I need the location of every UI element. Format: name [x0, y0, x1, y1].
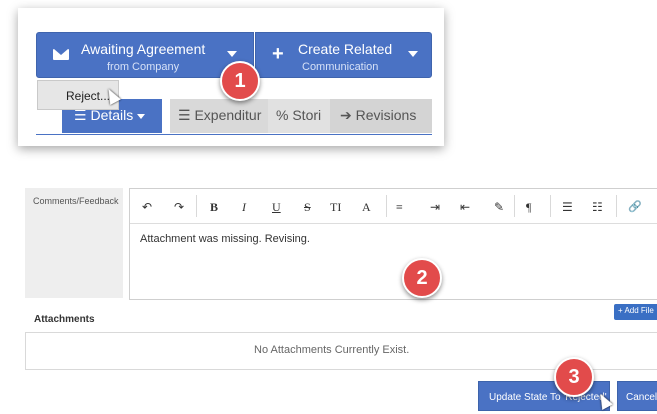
- arrow-right-icon: ➔: [340, 107, 352, 123]
- comments-text[interactable]: Attachment was missing. Revising.: [140, 233, 310, 245]
- awaiting-agreement-sublabel: from Company: [107, 61, 180, 73]
- outdent-icon[interactable]: ⇤: [460, 200, 470, 215]
- tabs-divider: [36, 134, 432, 135]
- cancel-button[interactable]: Cancel: [617, 381, 657, 411]
- font-size-icon[interactable]: TI: [330, 200, 341, 215]
- comments-label: Comments/Feedback: [33, 196, 119, 206]
- font-color-icon[interactable]: A: [362, 200, 371, 215]
- toolbar-divider: [550, 195, 551, 217]
- align-icon[interactable]: ≡: [396, 200, 403, 215]
- create-related-button[interactable]: + Create Related Communication: [255, 32, 432, 78]
- redo-icon[interactable]: ↷: [174, 200, 184, 215]
- tab-revisions-label: Revisions: [355, 107, 417, 123]
- toolbar-divider: [514, 195, 515, 217]
- tab-revisions[interactable]: ➔ Revisions: [330, 99, 432, 133]
- create-related-sublabel: Communication: [302, 61, 379, 73]
- step-badge-1: 1: [220, 61, 260, 101]
- bold-icon[interactable]: B: [210, 200, 218, 215]
- tab-stories-label: Stori: [292, 107, 322, 123]
- attachments-label: Attachments: [34, 314, 95, 325]
- toolbar-divider: [196, 195, 197, 217]
- envelope-icon: [53, 49, 69, 60]
- comments-editor[interactable]: ↶ ↷ B I U S TI A ≡ ⇥ ⇤ ✎ ¶ ☰ ☷ 🔗 Attachm…: [129, 188, 657, 300]
- italic-icon[interactable]: I: [242, 200, 246, 215]
- underline-icon[interactable]: U: [272, 200, 281, 215]
- link-icon[interactable]: 🔗: [628, 200, 642, 213]
- toolbar-divider: [616, 195, 617, 217]
- link-icon: %: [276, 107, 289, 123]
- add-file-label: Add File: [624, 306, 654, 315]
- comments-label-cell: Comments/Feedback: [25, 188, 123, 298]
- cancel-label: Cancel: [626, 392, 657, 403]
- tab-stories[interactable]: % Stori: [268, 99, 330, 133]
- create-related-label: Create Related: [298, 41, 393, 57]
- bullet-list-icon[interactable]: ☰: [562, 200, 573, 215]
- indent-icon[interactable]: ⇥: [430, 200, 440, 215]
- chevron-down-icon: [408, 51, 418, 57]
- chevron-down-icon: [137, 113, 146, 119]
- eraser-icon[interactable]: ✎: [494, 200, 504, 215]
- update-state-label: Update State To 'Rejected': [489, 392, 607, 403]
- awaiting-agreement-label: Awaiting Agreement: [81, 41, 206, 57]
- paragraph-icon[interactable]: ¶: [526, 200, 531, 215]
- undo-icon[interactable]: ↶: [142, 200, 152, 215]
- plus-icon: +: [272, 43, 284, 65]
- editor-toolbar: ↶ ↷ B I U S TI A ≡ ⇥ ⇤ ✎ ¶ ☰ ☷ 🔗: [130, 189, 657, 224]
- numbered-list-icon[interactable]: ☷: [592, 200, 603, 215]
- tab-expenditures-label: Expenditur: [194, 107, 262, 123]
- tab-expenditures[interactable]: ☰ Expenditur: [170, 99, 268, 133]
- strikethrough-icon[interactable]: S: [304, 200, 311, 215]
- step-badge-2: 2: [402, 258, 442, 298]
- chevron-down-icon: [227, 51, 237, 57]
- add-file-button[interactable]: + Add File: [614, 304, 657, 320]
- toolbar-divider: [386, 195, 387, 217]
- step-badge-3: 3: [554, 357, 594, 397]
- attachments-empty-text: No Attachments Currently Exist.: [254, 344, 410, 356]
- list-icon: ☰: [178, 107, 191, 123]
- status-actions-card: Awaiting Agreement from Company + Create…: [18, 8, 444, 146]
